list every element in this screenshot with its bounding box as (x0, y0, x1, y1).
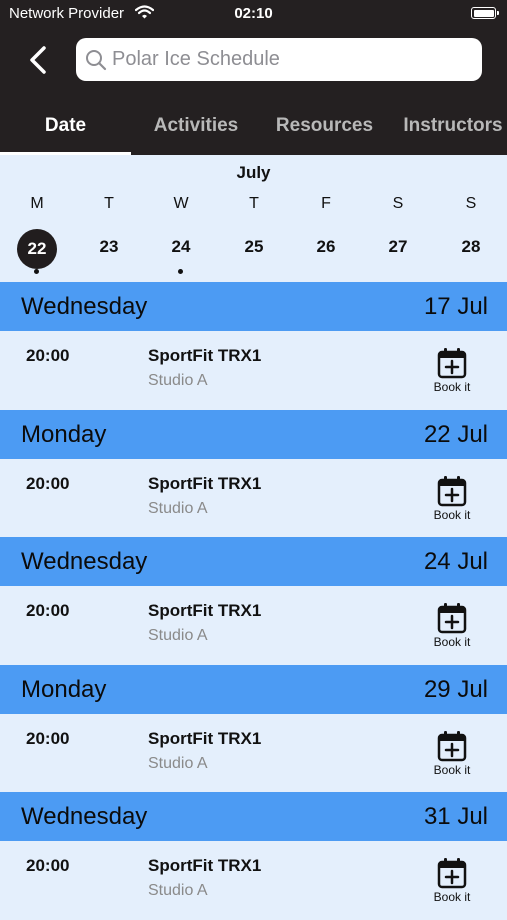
class-room: Studio A (148, 372, 208, 389)
book-label: Book it (433, 890, 471, 904)
month-label: July (236, 163, 271, 182)
day-27[interactable]: 27 (368, 237, 428, 259)
search-input[interactable] (112, 38, 472, 81)
event-dot (34, 269, 39, 274)
book-button[interactable]: Book it (430, 730, 474, 777)
date-section-header: Monday 22 Jul (0, 409, 507, 459)
class-room: Studio A (148, 499, 208, 517)
tab-activities[interactable]: Activities (131, 100, 261, 155)
book-label: Book it (433, 762, 471, 777)
back-button[interactable] (24, 42, 56, 78)
tab-date[interactable]: Date (0, 100, 131, 155)
book-label: Book it (433, 635, 471, 649)
day-26[interactable]: 26 (296, 237, 356, 259)
section-date: 29 Jul (423, 675, 488, 703)
book-label: Book it (433, 380, 471, 394)
calendar-add-icon (437, 858, 467, 889)
book-label: Book it (433, 507, 471, 522)
weekday-label: W (173, 195, 189, 212)
class-time: 20:00 (26, 346, 70, 365)
tab-instructors[interactable]: Instructors (388, 100, 507, 155)
status-bar: Network Provider 02:10 (0, 0, 507, 28)
class-row[interactable]: 20:00 SportFit TRX1 Studio A Book it (0, 586, 507, 665)
class-room: Studio A (148, 882, 208, 899)
calendar-add-icon (437, 730, 467, 761)
class-row[interactable]: 20:00 SportFit TRX1 Studio A Book it (0, 458, 507, 537)
class-name: SportFit TRX1 (148, 728, 262, 748)
calendar-add-icon (437, 603, 467, 634)
class-name: SportFit TRX1 (148, 346, 262, 365)
day-25[interactable]: 25 (224, 237, 284, 259)
schedule-list: Wednesday 17 Jul 20:00 SportFit TRX1 Stu… (0, 282, 507, 920)
class-name: SportFit TRX1 (148, 601, 262, 620)
date-section-header: Wednesday 24 Jul (0, 537, 507, 586)
event-dot (178, 269, 183, 274)
tab-bar: Date Activities Resources Instructors (0, 100, 507, 155)
day-28[interactable]: 28 (441, 237, 501, 259)
section-weekday: Monday (21, 420, 107, 448)
class-row[interactable]: 20:00 SportFit TRX1 Studio A Book it (0, 713, 507, 792)
section-weekday: Wednesday (21, 548, 148, 575)
class-room: Studio A (148, 627, 208, 644)
date-section-header: Wednesday 17 Jul (0, 282, 507, 331)
section-date: 22 Jul (423, 420, 488, 448)
search-bar[interactable] (76, 38, 482, 81)
week-calendar: July M T W T F S S 22 23 24 25 26 27 28 (0, 155, 507, 282)
class-time: 20:00 (26, 856, 70, 875)
tab-resources[interactable]: Resources (261, 100, 388, 155)
class-row[interactable]: 20:00 SportFit TRX1 Studio A Book it (0, 841, 507, 920)
section-date: 24 Jul (423, 548, 488, 575)
battery-icon (471, 7, 499, 19)
weekday-label: S (465, 195, 477, 212)
calendar-add-icon (437, 475, 467, 506)
calendar-add-icon (437, 348, 467, 379)
top-bar: Network Provider 02:10 Date Activities R… (0, 0, 507, 155)
chevron-left-icon (30, 46, 46, 74)
book-button[interactable]: Book it (430, 602, 474, 649)
search-icon (86, 50, 107, 71)
day-23[interactable]: 23 (79, 237, 139, 259)
class-time: 20:00 (26, 728, 70, 748)
book-button[interactable]: Book it (430, 475, 474, 522)
section-weekday: Wednesday (21, 803, 148, 830)
class-room: Studio A (148, 754, 208, 772)
weekday-label: T (104, 195, 114, 212)
class-time: 20:00 (26, 601, 70, 620)
book-button[interactable]: Book it (430, 347, 474, 394)
weekday-label: M (30, 195, 44, 212)
day-22-selected[interactable]: 22 (17, 229, 57, 269)
day-24[interactable]: 24 (151, 237, 211, 259)
book-button[interactable]: Book it (430, 857, 474, 904)
weekday-label: S (392, 195, 404, 212)
clock: 02:10 (234, 5, 273, 22)
class-name: SportFit TRX1 (148, 856, 262, 875)
section-date: 31 Jul (423, 803, 488, 830)
date-section-header: Monday 29 Jul (0, 664, 507, 714)
weekday-label: F (321, 195, 331, 212)
class-time: 20:00 (26, 473, 70, 493)
class-name: SportFit TRX1 (148, 473, 262, 493)
section-weekday: Wednesday (21, 293, 148, 320)
date-section-header: Wednesday 31 Jul (0, 792, 507, 841)
class-row[interactable]: 20:00 SportFit TRX1 Studio A Book it (0, 331, 507, 410)
section-weekday: Monday (21, 675, 107, 703)
section-date: 17 Jul (423, 293, 488, 320)
weekday-label: T (249, 195, 259, 212)
